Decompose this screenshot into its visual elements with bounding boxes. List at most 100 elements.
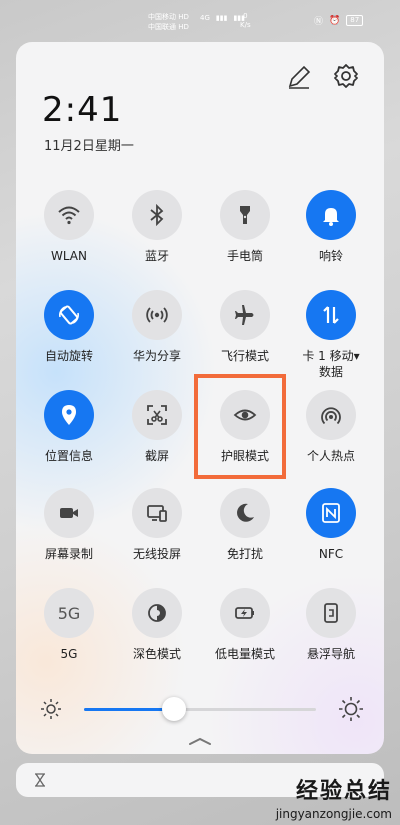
tile-flashlight-button[interactable] bbox=[220, 190, 270, 240]
flashlight-icon bbox=[233, 203, 257, 227]
tile-video[interactable]: 屏幕录制 bbox=[24, 488, 114, 562]
bluetooth-icon bbox=[145, 203, 169, 227]
tile-label: 卡 1 移动▾ 数据 bbox=[286, 348, 376, 380]
tile-bell[interactable]: 响铃 bbox=[286, 190, 376, 264]
nfc-status-icon: Ⓝ bbox=[314, 17, 324, 27]
tile-dark-mode[interactable]: 深色模式 bbox=[112, 588, 202, 662]
tile-label-line: 个人热点 bbox=[306, 449, 355, 463]
mobile-data-icon bbox=[319, 303, 343, 327]
tile-label-line: 自动旋转 bbox=[44, 349, 93, 363]
gear-icon bbox=[334, 64, 358, 88]
tile-label-line: 手电筒 bbox=[226, 249, 263, 263]
signal-icon: ▮▮▮ bbox=[215, 14, 228, 22]
share-icon bbox=[145, 303, 169, 327]
tile-label-line: 响铃 bbox=[318, 249, 343, 263]
tile-airplane-button[interactable] bbox=[220, 290, 270, 340]
tile-label-line: 免打扰 bbox=[226, 547, 263, 561]
tile-5g[interactable]: 5G 5G bbox=[24, 588, 114, 662]
tile-label: 截屏 bbox=[112, 448, 202, 464]
tile-label: 深色模式 bbox=[112, 646, 202, 662]
tile-mobile-data-button[interactable] bbox=[306, 290, 356, 340]
wifi-icon bbox=[57, 203, 81, 227]
tile-label-line: 低电量模式 bbox=[214, 647, 275, 661]
video-icon bbox=[57, 501, 81, 525]
tile-wifi-button[interactable] bbox=[44, 190, 94, 240]
tile-location[interactable]: 位置信息 bbox=[24, 390, 114, 464]
tile-label: 免打扰 bbox=[200, 546, 290, 562]
tile-label: WLAN bbox=[24, 248, 114, 264]
brightness-thumb[interactable] bbox=[162, 697, 187, 721]
tile-label-line: 华为分享 bbox=[132, 349, 181, 363]
tile-wifi[interactable]: WLAN bbox=[24, 190, 114, 264]
tile-label-line: 屏幕录制 bbox=[44, 547, 93, 561]
tile-cast-button[interactable] bbox=[132, 488, 182, 538]
dark-mode-icon bbox=[145, 601, 169, 625]
tile-label: NFC bbox=[286, 546, 376, 562]
clock: 2:41 bbox=[42, 90, 123, 130]
tile-screenshot[interactable]: 截屏 bbox=[112, 390, 202, 464]
tile-bell-button[interactable] bbox=[306, 190, 356, 240]
signal-indicators: 4G ▮▮▮ ▮▮▮ bbox=[200, 14, 245, 22]
tile-rotate-button[interactable] bbox=[44, 290, 94, 340]
tile-label-line: 截屏 bbox=[144, 449, 169, 463]
location-icon bbox=[57, 403, 81, 427]
tile-share-button[interactable] bbox=[132, 290, 182, 340]
tile-cast[interactable]: 无线投屏 bbox=[112, 488, 202, 562]
tile-rotate[interactable]: 自动旋转 bbox=[24, 290, 114, 364]
tile-label-line-2: 数据 bbox=[318, 365, 343, 379]
tile-bluetooth[interactable]: 蓝牙 bbox=[112, 190, 202, 264]
tile-airplane[interactable]: 飞行模式 bbox=[200, 290, 290, 364]
tile-hotspot-button[interactable] bbox=[306, 390, 356, 440]
tile-label: 自动旋转 bbox=[24, 348, 114, 364]
tile-battery-saver[interactable]: 低电量模式 bbox=[200, 588, 290, 662]
hotspot-icon bbox=[319, 403, 343, 427]
battery-indicator: 87 bbox=[346, 15, 364, 26]
edit-button[interactable] bbox=[286, 64, 312, 90]
bell-icon bbox=[319, 203, 343, 227]
tile-label: 华为分享 bbox=[112, 348, 202, 364]
tile-float-nav-button[interactable] bbox=[306, 588, 356, 638]
tile-label: 飞行模式 bbox=[200, 348, 290, 364]
brightness-fill bbox=[84, 708, 175, 711]
tile-flashlight[interactable]: 手电筒 bbox=[200, 190, 290, 264]
hourglass-icon bbox=[35, 773, 45, 787]
brightness-slider[interactable] bbox=[84, 697, 316, 721]
tile-float-nav[interactable]: 悬浮导航 bbox=[286, 588, 376, 662]
tile-video-button[interactable] bbox=[44, 488, 94, 538]
network-type: 4G bbox=[200, 14, 210, 22]
brightness-high-icon bbox=[339, 697, 363, 721]
brightness-row bbox=[16, 694, 384, 724]
settings-button[interactable] bbox=[332, 62, 360, 90]
collapse-handle-icon[interactable] bbox=[188, 736, 212, 746]
tile-5g-button[interactable]: 5G bbox=[44, 588, 94, 638]
tile-nfc-button[interactable] bbox=[306, 488, 356, 538]
tile-label-line: 蓝牙 bbox=[144, 249, 169, 263]
tile-hotspot[interactable]: 个人热点 bbox=[286, 390, 376, 464]
status-right: Ⓝ ⏰ 87 bbox=[314, 14, 364, 27]
tile-screenshot-button[interactable] bbox=[132, 390, 182, 440]
tile-label: 个人热点 bbox=[286, 448, 376, 464]
rotate-icon bbox=[57, 303, 81, 327]
status-bar: 中国移动 HD 中国联通 HD 4G ▮▮▮ ▮▮▮ 0 K/s Ⓝ ⏰ 87 bbox=[0, 0, 400, 40]
cast-icon bbox=[145, 501, 169, 525]
nfc-icon bbox=[319, 501, 343, 525]
network-speed: 0 K/s bbox=[240, 12, 251, 29]
tile-share[interactable]: 华为分享 bbox=[112, 290, 202, 364]
tile-label: 5G bbox=[24, 646, 114, 662]
tile-label-line: 飞行模式 bbox=[220, 349, 269, 363]
carrier-info: 中国移动 HD 中国联通 HD bbox=[148, 12, 189, 32]
carrier-1: 中国移动 HD bbox=[148, 13, 189, 21]
tile-label: 手电筒 bbox=[200, 248, 290, 264]
highlight-box bbox=[194, 374, 286, 479]
tile-moon-button[interactable] bbox=[220, 488, 270, 538]
tile-location-button[interactable] bbox=[44, 390, 94, 440]
tile-bluetooth-button[interactable] bbox=[132, 190, 182, 240]
tile-label: 蓝牙 bbox=[112, 248, 202, 264]
tile-nfc[interactable]: NFC bbox=[286, 488, 376, 562]
tile-mobile-data[interactable]: 卡 1 移动▾ 数据 bbox=[286, 290, 376, 380]
airplane-icon bbox=[233, 303, 257, 327]
tile-battery-saver-button[interactable] bbox=[220, 588, 270, 638]
tile-moon[interactable]: 免打扰 bbox=[200, 488, 290, 562]
tile-dark-mode-button[interactable] bbox=[132, 588, 182, 638]
tile-label-line: 5G bbox=[60, 647, 78, 661]
